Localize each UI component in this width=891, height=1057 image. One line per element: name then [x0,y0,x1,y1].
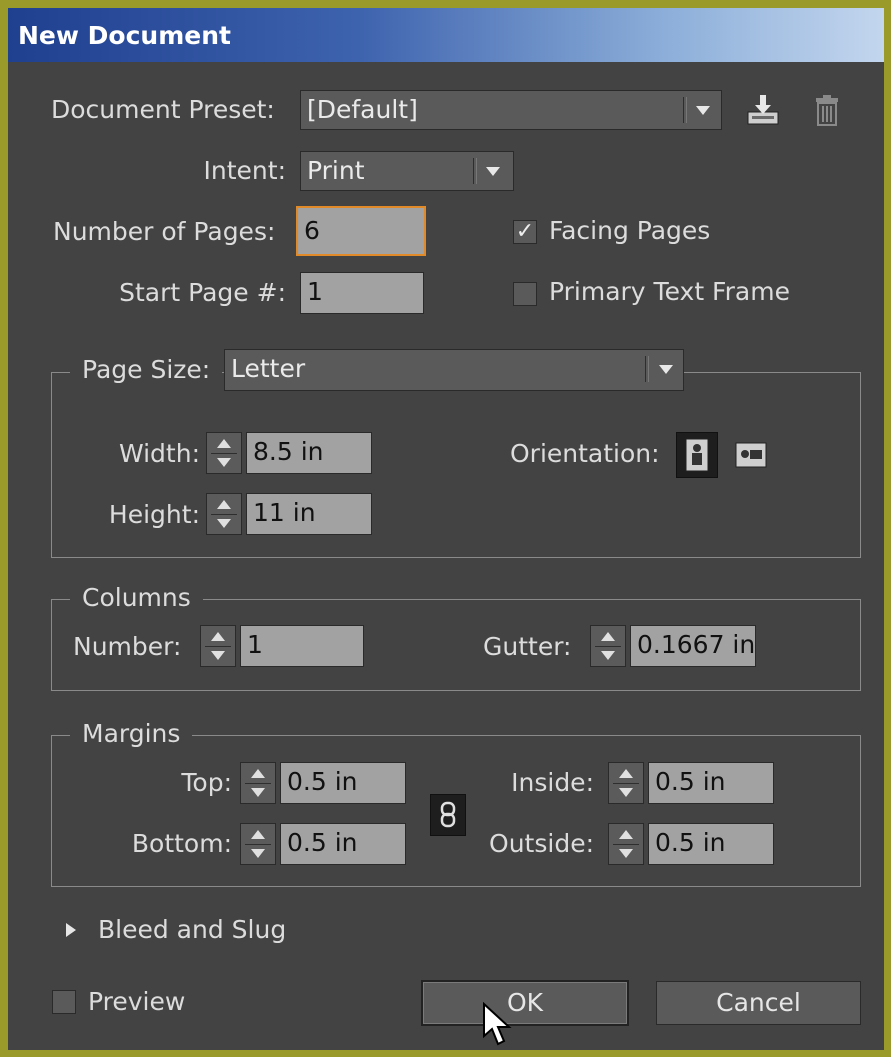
chevron-down-icon [696,106,710,115]
height-label: Height: [108,500,200,529]
bleed-and-slug-label[interactable]: Bleed and Slug [98,914,286,946]
columns-title: Columns [70,582,203,614]
outside-margin-stepper[interactable] [608,823,644,865]
page-size-label: Page Size: [70,354,223,386]
document-preset-value: [Default] [307,95,418,124]
delete-preset-icon[interactable] [812,94,842,128]
ok-button[interactable]: OK [421,980,629,1026]
chevron-down-icon [486,167,500,176]
outside-margin-label: Outside: [489,829,594,858]
dropdown-separator [645,356,649,382]
inside-margin-field[interactable]: 0.5 in [648,762,774,804]
new-document-dialog: New Document Document Preset: [Default] … [8,8,884,1050]
dropdown-separator [473,158,477,184]
bottom-margin-stepper[interactable] [240,823,276,865]
link-chain-icon[interactable] [430,794,466,836]
bottom-margin-label: Bottom: [131,829,232,858]
chevron-down-icon [659,365,673,374]
top-margin-stepper[interactable] [240,762,276,804]
primary-text-frame-checkbox[interactable] [513,282,537,306]
orientation-label: Orientation: [510,439,660,468]
width-field[interactable]: 8.5 in [246,432,372,474]
height-stepper[interactable] [206,493,242,535]
save-preset-icon[interactable] [745,92,781,128]
dropdown-separator [683,97,687,123]
gutter-stepper[interactable] [590,625,626,667]
column-number-field[interactable]: 1 [240,625,364,667]
column-number-label: Number: [73,632,182,661]
document-preset-dropdown[interactable]: [Default] [300,90,722,130]
width-label: Width: [118,439,200,468]
height-field[interactable]: 11 in [246,493,372,535]
gutter-field[interactable]: 0.1667 in [630,625,756,667]
outside-margin-field[interactable]: 0.5 in [648,823,774,865]
bottom-margin-field[interactable]: 0.5 in [280,823,406,865]
intent-value: Print [307,156,365,185]
top-margin-field[interactable]: 0.5 in [280,762,406,804]
width-stepper[interactable] [206,432,242,474]
preview-label: Preview [88,987,186,1016]
number-of-pages-label: Number of Pages: [53,217,276,246]
disclosure-triangle-icon[interactable] [64,921,78,939]
intent-label: Intent: [203,156,286,185]
margins-title: Margins [70,718,193,750]
preview-checkbox[interactable] [52,990,76,1014]
primary-text-frame-label: Primary Text Frame [549,277,790,306]
inside-margin-label: Inside: [511,768,594,797]
start-page-label: Start Page #: [119,278,286,307]
facing-pages-label: Facing Pages [549,216,711,245]
portrait-orientation-icon[interactable] [676,432,718,478]
gutter-label: Gutter: [483,632,572,661]
intent-dropdown[interactable]: Print [300,151,514,191]
checkmark-icon: ✓ [515,219,535,244]
start-page-field[interactable]: 1 [300,272,424,314]
page-size-value: Letter [231,354,306,383]
landscape-orientation-icon[interactable] [730,434,770,476]
title-bar[interactable]: New Document [8,8,884,62]
top-margin-label: Top: [181,768,232,797]
number-of-pages-field[interactable]: 6 [296,206,426,256]
facing-pages-checkbox[interactable]: ✓ [513,220,537,244]
window-title: New Document [18,21,231,50]
document-preset-label: Document Preset: [51,95,275,124]
inside-margin-stepper[interactable] [608,762,644,804]
cancel-button[interactable]: Cancel [656,981,861,1025]
mouse-cursor-icon [482,1001,512,1048]
column-number-stepper[interactable] [200,625,236,667]
page-size-dropdown[interactable]: Letter [224,349,684,391]
